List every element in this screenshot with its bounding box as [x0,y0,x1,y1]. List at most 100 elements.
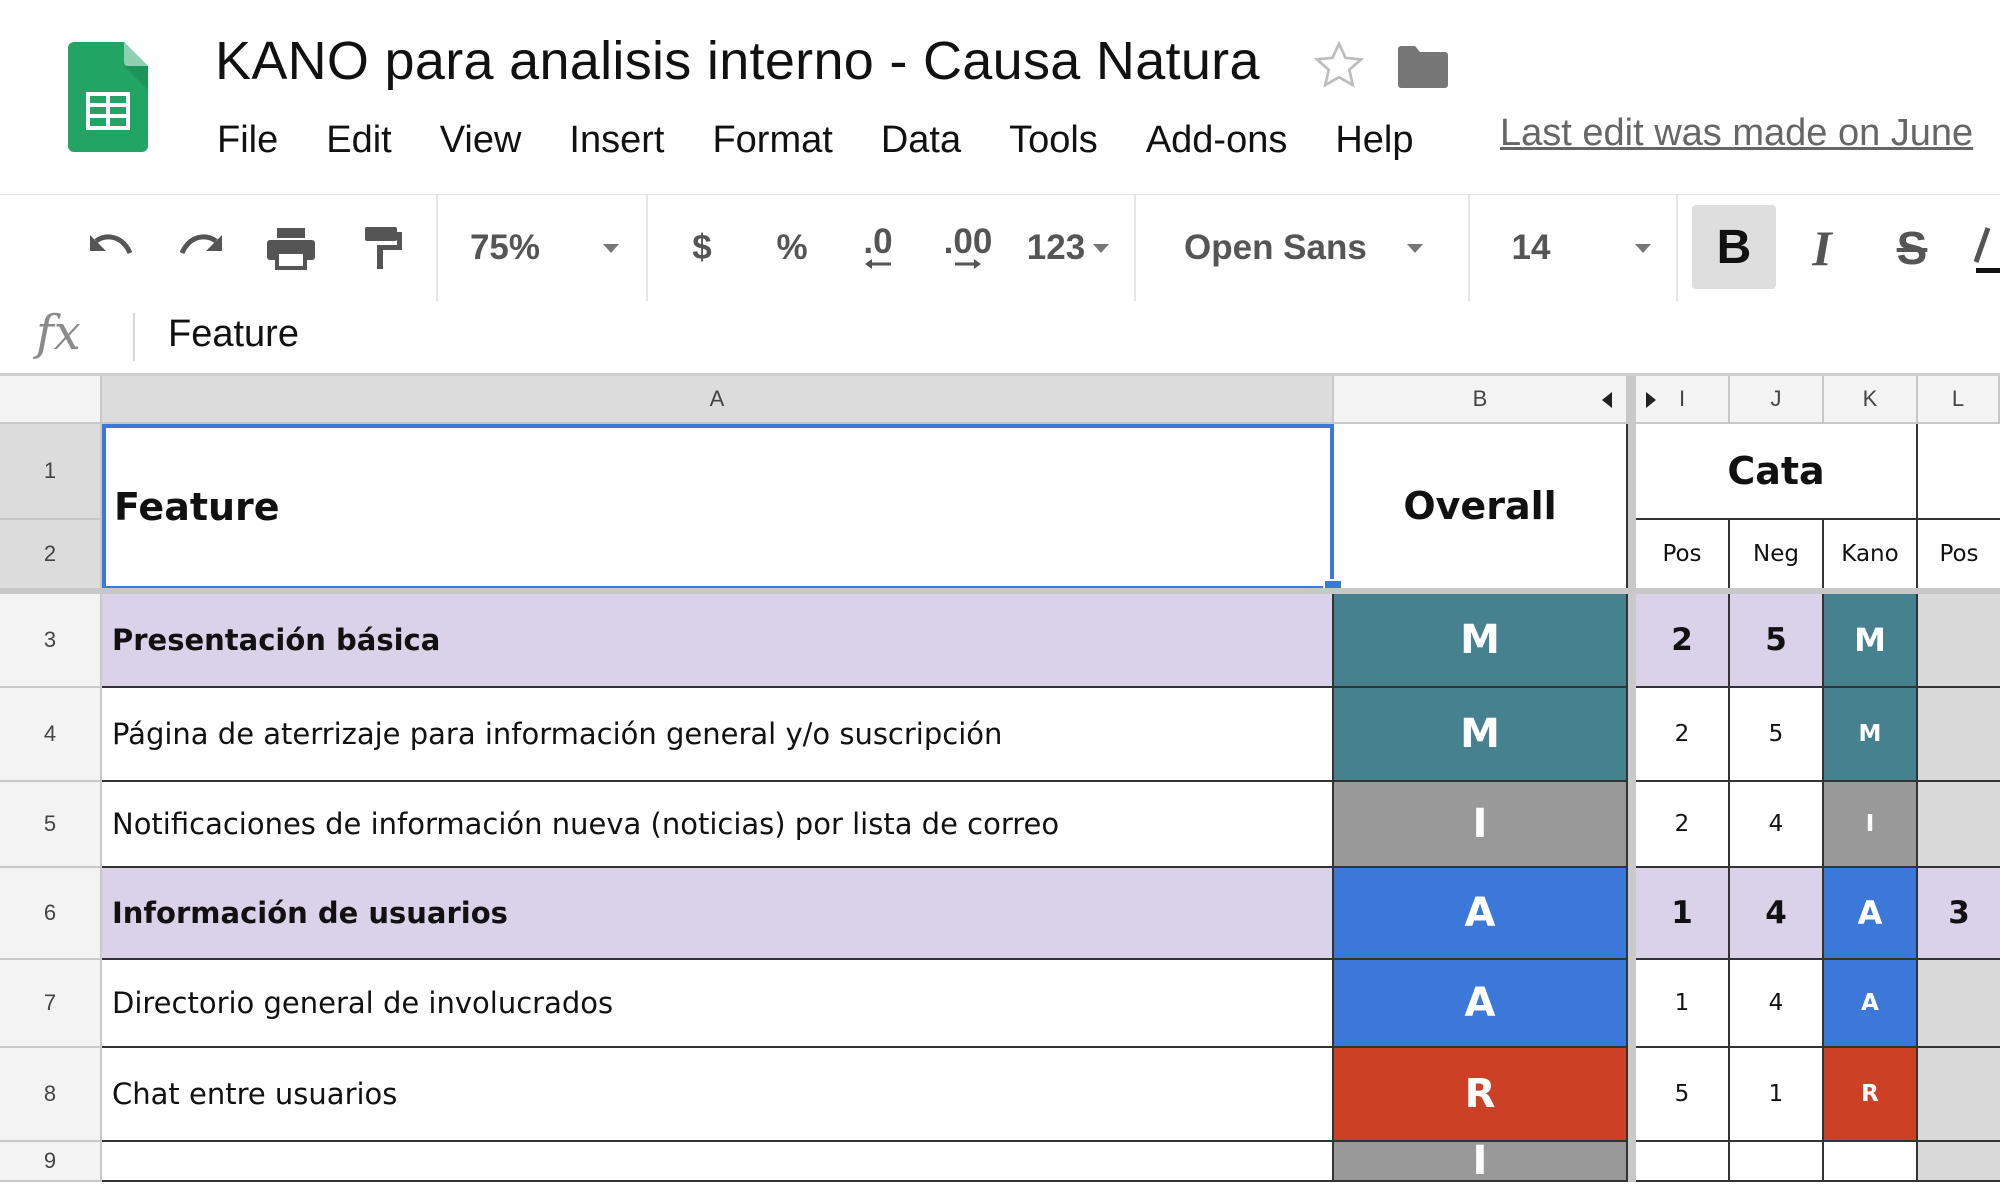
font-size-select[interactable]: 14 [1494,195,1568,301]
neg-cell[interactable]: 5 [1730,688,1824,782]
formula-input[interactable]: Feature [168,313,299,356]
kano-cell[interactable]: M [1824,688,1918,782]
row-header-8[interactable]: 8 [0,1048,102,1142]
chevron-down-icon[interactable] [596,195,626,301]
kano-cell[interactable]: I [1824,782,1918,868]
menu-insert[interactable]: Insert [569,119,664,162]
hidden-columns-gap[interactable] [1628,376,1636,424]
kano-cell[interactable]: A [1824,960,1918,1048]
overall-kano-cell[interactable]: M [1334,594,1628,688]
bold-button[interactable]: B [1692,205,1776,289]
chevron-down-icon[interactable] [1400,195,1430,301]
pos-cell[interactable]: 2 [1636,594,1730,688]
kano-cell[interactable] [1824,1142,1918,1182]
menu-add-ons[interactable]: Add-ons [1146,119,1288,162]
feature-cell[interactable] [102,1142,1334,1182]
feature-cell[interactable]: Página de aterrizaje para información ge… [102,688,1334,782]
pos-cell-l[interactable]: 3 [1918,868,2000,960]
cell-k2-kano[interactable]: Kano [1824,520,1918,590]
italic-button[interactable]: I [1786,195,1858,301]
star-icon[interactable] [1312,38,1366,92]
column-header-j[interactable]: J [1730,376,1824,424]
neg-cell[interactable]: 4 [1730,782,1824,868]
sheets-logo-icon[interactable] [68,42,148,152]
row-header-4[interactable]: 4 [0,688,102,782]
feature-cell[interactable]: Directorio general de involucrados [102,960,1334,1048]
pos-cell[interactable]: 5 [1636,1048,1730,1142]
feature-group-cell[interactable]: Información de usuarios [102,868,1334,960]
neg-cell[interactable]: 4 [1730,960,1824,1048]
strikethrough-button[interactable]: S [1876,195,1948,301]
overall-kano-cell[interactable]: R [1334,1048,1628,1142]
row-header-5[interactable]: 5 [0,782,102,868]
cell-l1[interactable] [1918,424,2000,520]
pos-cell[interactable]: 2 [1636,782,1730,868]
neg-cell[interactable] [1730,1142,1824,1182]
column-header-a[interactable]: A [102,376,1334,424]
row-header-9[interactable]: 9 [0,1142,102,1182]
font-family-select[interactable]: Open Sans [1160,195,1404,301]
pos-cell-l[interactable] [1918,594,2000,688]
menu-help[interactable]: Help [1335,119,1413,162]
collapse-left-icon[interactable] [1602,392,1612,408]
overall-kano-cell[interactable]: M [1334,688,1628,782]
feature-group-cell[interactable]: Presentación básica [102,594,1334,688]
menu-tools[interactable]: Tools [1009,119,1098,162]
pos-cell-l[interactable] [1918,1048,2000,1142]
document-title[interactable]: KANO para analisis interno - Causa Natur… [215,30,1260,92]
decrease-decimal-button[interactable]: .0 [850,195,906,301]
cell-j2-neg[interactable]: Neg [1730,520,1824,590]
pos-cell-l[interactable] [1918,960,2000,1048]
feature-cell[interactable]: Notificaciones de información nueva (not… [102,782,1334,868]
redo-icon[interactable] [168,195,234,301]
undo-icon[interactable] [78,195,144,301]
currency-format-button[interactable]: $ [680,195,724,301]
pos-cell[interactable]: 1 [1636,868,1730,960]
cell-group-header[interactable]: Cata [1636,424,1918,520]
pos-cell[interactable] [1636,1142,1730,1182]
number-format-button[interactable]: 123 [1024,195,1088,301]
pos-cell[interactable]: 2 [1636,688,1730,782]
pos-cell-l[interactable] [1918,1142,2000,1182]
row-header-1[interactable]: 1 [0,424,102,520]
cell-l2-pos[interactable]: Pos [1918,520,2000,590]
menu-view[interactable]: View [440,119,522,162]
zoom-select[interactable]: 75% [460,195,550,301]
menu-file[interactable]: File [217,119,278,162]
overall-kano-cell[interactable]: A [1334,868,1628,960]
column-header-i[interactable]: I [1636,376,1730,424]
text-color-icon[interactable] [1970,195,2000,301]
column-header-k[interactable]: K [1824,376,1918,424]
column-header-b[interactable]: B [1334,376,1628,424]
row-header-7[interactable]: 7 [0,960,102,1048]
folder-icon[interactable] [1395,45,1451,89]
overall-kano-cell[interactable]: I [1334,1138,1628,1184]
percent-format-button[interactable]: % [768,195,816,301]
neg-cell[interactable]: 4 [1730,868,1824,960]
menu-data[interactable]: Data [881,119,961,162]
column-header-l[interactable]: L [1918,376,2000,424]
kano-cell[interactable]: A [1824,868,1918,960]
select-all-corner[interactable] [0,376,102,424]
last-edit-link[interactable]: Last edit was made on June [1500,112,1973,155]
row-header-6[interactable]: 6 [0,868,102,960]
expand-right-icon[interactable] [1646,392,1656,408]
print-icon[interactable] [258,195,324,301]
menu-edit[interactable]: Edit [326,119,391,162]
increase-decimal-button[interactable]: .00 [938,195,998,301]
overall-kano-cell[interactable]: I [1334,782,1628,868]
pos-cell-l[interactable] [1918,688,2000,782]
pos-cell-l[interactable] [1918,782,2000,868]
feature-cell[interactable]: Chat entre usuarios [102,1048,1334,1142]
menu-format[interactable]: Format [712,119,832,162]
neg-cell[interactable]: 1 [1730,1048,1824,1142]
chevron-down-icon[interactable] [1090,195,1112,301]
row-header-3[interactable]: 3 [0,594,102,688]
cell-i2-pos[interactable]: Pos [1636,520,1730,590]
overall-kano-cell[interactable]: A [1334,960,1628,1048]
pos-cell[interactable]: 1 [1636,960,1730,1048]
kano-cell[interactable]: R [1824,1048,1918,1142]
kano-cell[interactable]: M [1824,594,1918,688]
row-header-2[interactable]: 2 [0,520,102,590]
neg-cell[interactable]: 5 [1730,594,1824,688]
